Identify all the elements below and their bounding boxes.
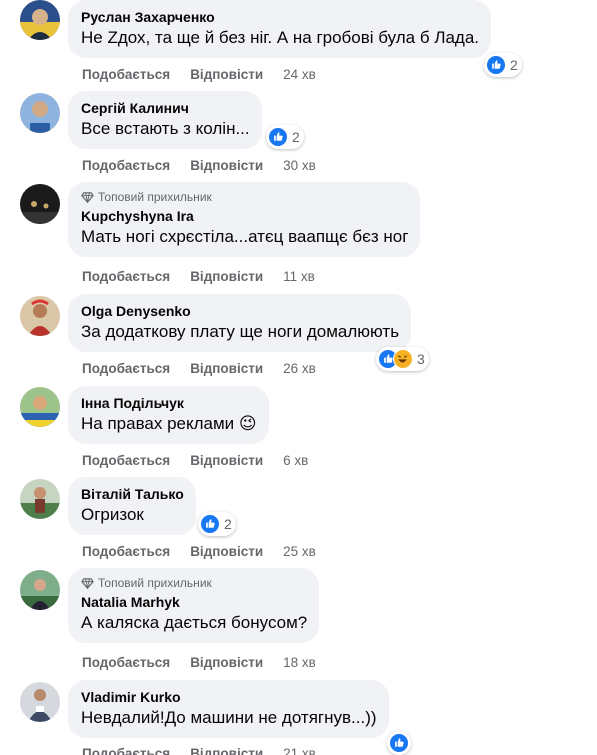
like-button[interactable]: Подобається — [82, 746, 170, 755]
like-button[interactable]: Подобається — [82, 361, 170, 376]
like-reaction-icon — [200, 514, 220, 534]
diamond-icon — [81, 191, 94, 203]
like-button[interactable]: Подобається — [82, 453, 170, 468]
diamond-icon — [81, 577, 94, 589]
comment-bubble: Віталій Талько Огризок — [68, 477, 196, 535]
reaction-count: 2 — [510, 57, 518, 73]
comment-timestamp[interactable]: 11 хв — [283, 269, 315, 284]
comment-bubble: Olga Denysenko За додаткову плату ще ног… — [68, 294, 412, 352]
comment-timestamp[interactable]: 25 хв — [283, 544, 316, 559]
comment-timestamp[interactable]: 21 хв — [283, 746, 316, 755]
comment-text: Мать ногі схрєстіла...атєц ваапщє бєз но… — [81, 227, 409, 246]
comment-text: Не Zдох, та ще й без ніг. А на гробові б… — [81, 28, 480, 47]
comment-bubble: Топовий прихильник Natalia Marhyk А каля… — [68, 568, 320, 643]
like-button[interactable]: Подобається — [82, 544, 170, 559]
reply-button[interactable]: Відповісти — [190, 544, 263, 559]
like-reaction-icon — [268, 127, 288, 147]
reply-button[interactable]: Відповісти — [190, 67, 263, 82]
like-button[interactable]: Подобається — [82, 655, 170, 670]
like-button[interactable]: Подобається — [82, 269, 170, 284]
comment-timestamp[interactable]: 26 хв — [283, 361, 316, 376]
reaction-summary[interactable]: 2 — [266, 125, 304, 149]
comment-bubble: Руслан Захарченко Не Zдох, та ще й без н… — [68, 0, 492, 58]
avatar[interactable] — [20, 93, 60, 133]
badge-label: Топовий прихильник — [98, 190, 212, 204]
reaction-summary[interactable]: 2 — [484, 53, 522, 77]
reaction-summary[interactable] — [387, 731, 411, 755]
comment-bubble: Топовий прихильник Kupchyshyna Ira Мать … — [68, 182, 421, 257]
like-button[interactable]: Подобається — [82, 67, 170, 82]
avatar[interactable] — [20, 570, 60, 610]
top-fan-badge[interactable]: Топовий прихильник — [81, 576, 307, 590]
comment-author[interactable]: Olga Denysenko — [81, 302, 399, 320]
reaction-summary[interactable]: 2 — [198, 512, 236, 536]
reply-button[interactable]: Відповісти — [190, 655, 263, 670]
comment-bubble: Інна Подільчук На правах реклами 😉 — [68, 386, 269, 444]
comment-text: На правах реклами 😉 — [81, 414, 257, 433]
like-button[interactable]: Подобається — [82, 158, 170, 173]
reply-button[interactable]: Відповісти — [190, 158, 263, 173]
avatar[interactable] — [20, 296, 60, 336]
comment-text: За додаткову плату ще ноги домалюють — [81, 322, 400, 341]
reaction-count: 3 — [417, 351, 425, 367]
avatar[interactable] — [20, 0, 60, 40]
like-reaction-icon — [486, 55, 506, 75]
comment-timestamp[interactable]: 18 хв — [283, 655, 316, 670]
reaction-count: 2 — [292, 129, 300, 145]
comment-author[interactable]: Vladimir Kurko — [81, 688, 377, 706]
comment-author[interactable]: Інна Подільчук — [81, 394, 257, 412]
comment-text: Невдалий!До машини не дотягнув...)) — [81, 708, 377, 727]
comment-timestamp[interactable]: 6 хв — [283, 453, 308, 468]
reply-button[interactable]: Відповісти — [190, 453, 263, 468]
reply-button[interactable]: Відповісти — [190, 361, 263, 376]
badge-label: Топовий прихильник — [98, 576, 212, 590]
comment-text: Все встають з колін... — [81, 119, 250, 138]
comment-author[interactable]: Kupchyshyna Ira — [81, 207, 408, 225]
reaction-summary[interactable]: 3 — [376, 347, 429, 371]
reply-button[interactable]: Відповісти — [190, 746, 263, 755]
haha-reaction-icon — [393, 349, 413, 369]
avatar[interactable] — [20, 479, 60, 519]
comment-timestamp[interactable]: 30 хв — [283, 158, 316, 173]
like-reaction-icon — [389, 733, 409, 753]
comment-author[interactable]: Сергій Калинич — [81, 99, 250, 117]
comment-bubble: Vladimir Kurko Невдалий!До машини не дот… — [68, 680, 389, 738]
avatar[interactable] — [20, 387, 60, 427]
avatar[interactable] — [20, 184, 60, 224]
top-fan-badge[interactable]: Топовий прихильник — [81, 190, 408, 204]
comment-text: А каляска дається бонусом? — [81, 613, 308, 632]
reply-button[interactable]: Відповісти — [190, 269, 263, 284]
avatar[interactable] — [20, 682, 60, 722]
comment-bubble: Сергій Калинич Все встають з колін... — [68, 91, 262, 149]
comment-text: Огризок — [81, 505, 144, 524]
comment-author[interactable]: Віталій Талько — [81, 485, 184, 503]
comment-author[interactable]: Руслан Захарченко — [81, 8, 479, 26]
comment-timestamp[interactable]: 24 хв — [283, 67, 316, 82]
reaction-count: 2 — [224, 516, 232, 532]
comment-author[interactable]: Natalia Marhyk — [81, 593, 307, 611]
